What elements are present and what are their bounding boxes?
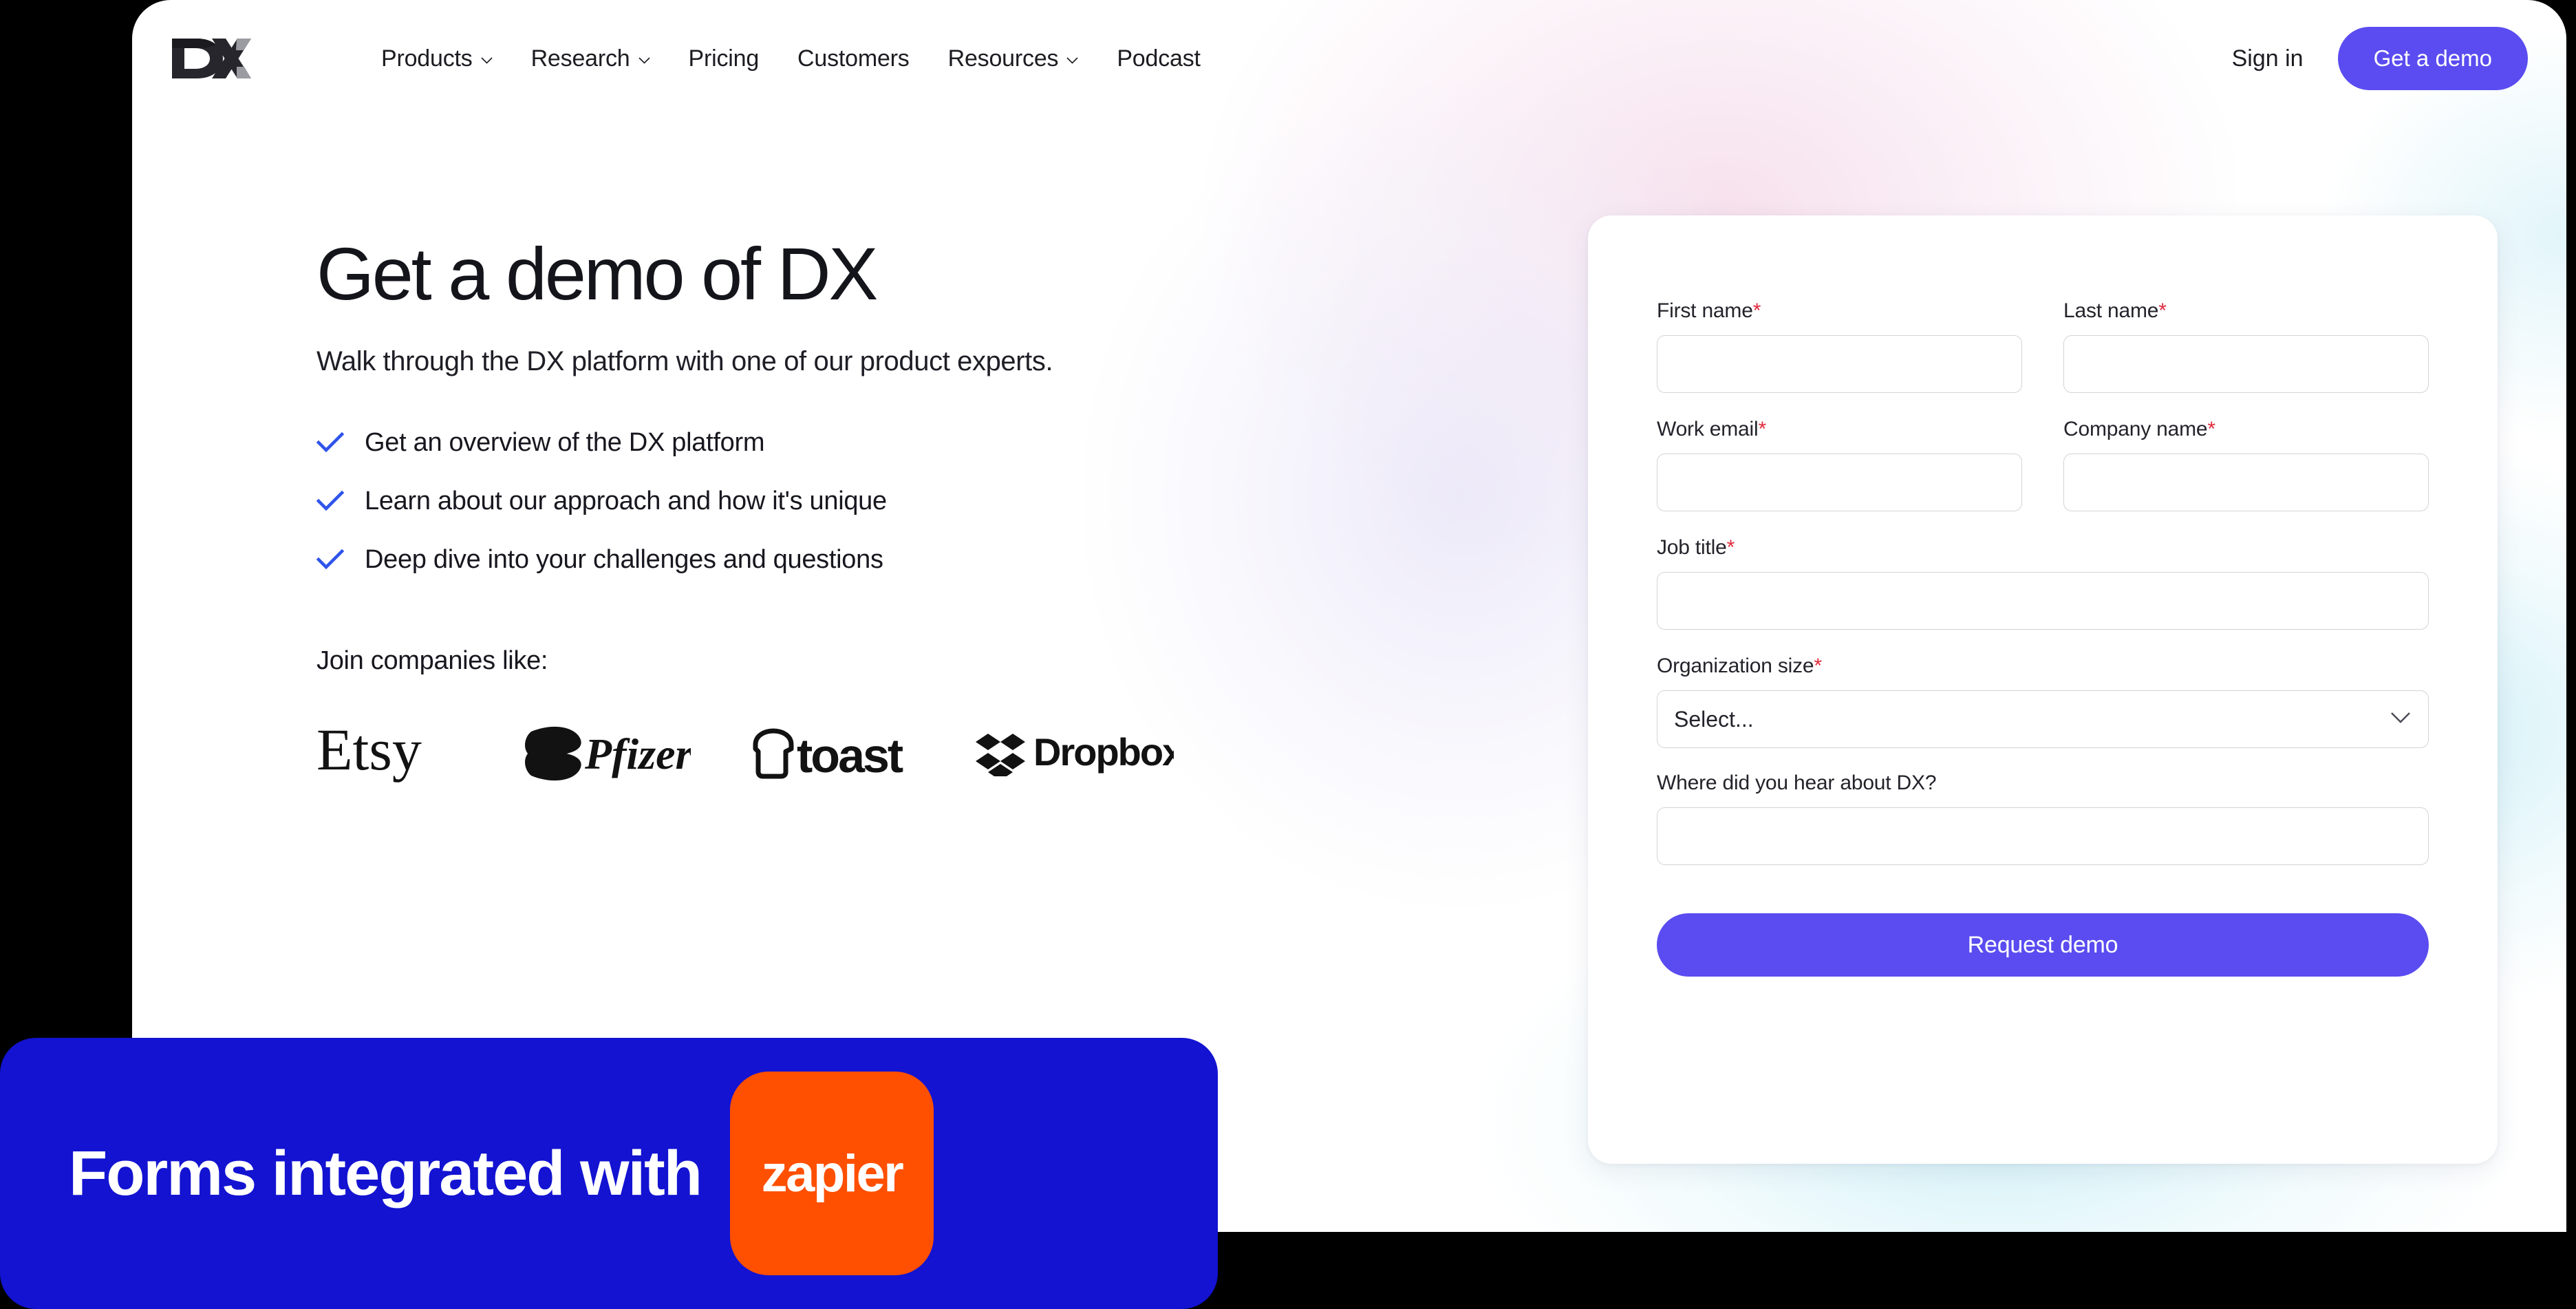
dropbox-logo-icon: Dropbox: [976, 719, 1174, 788]
last-name-label: Last name*: [2063, 299, 2429, 323]
field-label-text: Work email: [1657, 418, 1759, 440]
required-marker: *: [1726, 536, 1735, 559]
required-marker: *: [2207, 418, 2215, 440]
form-row-name: First name* Last name*: [1657, 299, 2429, 393]
chevron-down-icon: [1066, 57, 1078, 64]
heard-about-input[interactable]: [1657, 807, 2429, 865]
nav-item-resources[interactable]: Resources: [929, 39, 1098, 79]
page-title: Get a demo of DX: [316, 232, 878, 315]
benefits-list: Get an overview of the DX platform Learn…: [316, 428, 1390, 575]
list-item-label: Get an overview of the DX platform: [365, 427, 765, 457]
check-icon: [316, 487, 344, 515]
nav-item-label: Pricing: [688, 45, 760, 72]
job-title-input[interactable]: [1657, 572, 2429, 630]
svg-text:Dropbox: Dropbox: [1033, 731, 1174, 774]
last-name-input[interactable]: [2063, 335, 2429, 393]
field-label-text: Organization size: [1657, 654, 1814, 677]
field-heard-about: Where did you hear about DX?: [1657, 771, 2429, 865]
customer-logo-row: Etsy Pfizer toast Dropbox: [316, 716, 1390, 791]
hero-section: Get a demo of DX Walk through the DX pla…: [316, 232, 1390, 791]
field-label-text: First name: [1657, 299, 1753, 322]
field-last-name: Last name*: [2063, 299, 2429, 393]
company-name-input[interactable]: [2063, 454, 2429, 511]
field-work-email: Work email*: [1657, 418, 2022, 511]
etsy-logo-icon: Etsy: [316, 719, 461, 788]
list-item: Learn about our approach and how it's un…: [316, 487, 1390, 516]
nav-actions: Sign in Get a demo: [2222, 27, 2528, 90]
form-row-job-title: Job title*: [1657, 536, 2429, 630]
field-job-title: Job title*: [1657, 536, 2429, 630]
field-organization-size: Organization size* Select...: [1657, 654, 2429, 748]
form-row-email-company: Work email* Company name*: [1657, 418, 2429, 511]
pfizer-logo-icon: Pfizer: [517, 719, 691, 788]
company-name-label: Company name*: [2063, 418, 2429, 441]
field-company-name: Company name*: [2063, 418, 2429, 511]
form-row-org-size: Organization size* Select...: [1657, 654, 2429, 748]
field-first-name: First name*: [1657, 299, 2022, 393]
organization-size-select[interactable]: Select...: [1657, 690, 2429, 748]
chevron-down-icon: [638, 57, 650, 64]
dx-logo-icon[interactable]: [171, 37, 252, 80]
nav-item-label: Podcast: [1117, 45, 1201, 72]
list-item-label: Learn about our approach and how it's un…: [365, 486, 887, 515]
required-marker: *: [1814, 654, 1822, 677]
check-icon: [316, 429, 344, 456]
required-marker: *: [1752, 299, 1761, 322]
work-email-label: Work email*: [1657, 418, 2022, 441]
field-label-text: Last name: [2063, 299, 2159, 322]
demo-request-form: First name* Last name* Work email* Compa…: [1588, 215, 2498, 1164]
list-item-label: Deep dive into your challenges and quest…: [365, 544, 883, 574]
join-companies-label: Join companies like:: [316, 646, 548, 675]
nav-item-products[interactable]: Products: [362, 39, 512, 79]
sign-in-link[interactable]: Sign in: [2222, 39, 2313, 79]
zapier-banner-text: Forms integrated with: [69, 1138, 702, 1209]
nav-item-label: Products: [381, 45, 473, 72]
nav-item-research[interactable]: Research: [512, 39, 669, 79]
request-demo-button[interactable]: Request demo: [1657, 913, 2429, 977]
nav-item-label: Research: [530, 45, 630, 72]
job-title-label: Job title*: [1657, 536, 2429, 560]
organization-size-selected-value: Select...: [1674, 706, 1754, 732]
svg-text:toast: toast: [797, 729, 903, 779]
list-item: Get an overview of the DX platform: [316, 428, 1390, 458]
required-marker: *: [2158, 299, 2167, 322]
heard-about-label: Where did you hear about DX?: [1657, 771, 1937, 794]
nav-item-podcast[interactable]: Podcast: [1097, 39, 1219, 79]
first-name-label: First name*: [1657, 299, 2022, 323]
nav-item-label: Resources: [947, 45, 1059, 72]
zapier-logo-text: zapier: [761, 1144, 904, 1203]
form-row-heard-about: Where did you hear about DX?: [1657, 771, 2429, 865]
required-marker: *: [1758, 418, 1766, 440]
organization-size-select-wrap: Select...: [1657, 690, 2429, 748]
nav-item-pricing[interactable]: Pricing: [669, 39, 779, 79]
list-item: Deep dive into your challenges and quest…: [316, 545, 1390, 575]
first-name-input[interactable]: [1657, 335, 2022, 393]
zapier-integration-banner: Forms integrated with zapier: [0, 1038, 1218, 1309]
hero-subtitle: Walk through the DX platform with one of…: [316, 345, 1053, 376]
organization-size-label: Organization size*: [1657, 654, 2429, 678]
svg-text:Etsy: Etsy: [316, 724, 422, 783]
chevron-down-icon: [481, 57, 493, 64]
work-email-input[interactable]: [1657, 454, 2022, 511]
svg-text:Pfizer: Pfizer: [584, 730, 691, 778]
field-label-text: Job title: [1657, 536, 1727, 559]
main-navigation: Products Research Pricing Customers Reso…: [132, 0, 2566, 117]
nav-item-label: Customers: [797, 45, 910, 72]
field-label-text: Company name: [2063, 418, 2208, 440]
zapier-logo-icon: zapier: [729, 1072, 934, 1275]
toast-logo-icon: toast: [747, 719, 919, 788]
get-a-demo-button[interactable]: Get a demo: [2337, 27, 2528, 90]
check-icon: [316, 546, 344, 573]
nav-item-customers[interactable]: Customers: [778, 39, 929, 79]
nav-links: Products Research Pricing Customers Reso…: [362, 39, 1220, 79]
